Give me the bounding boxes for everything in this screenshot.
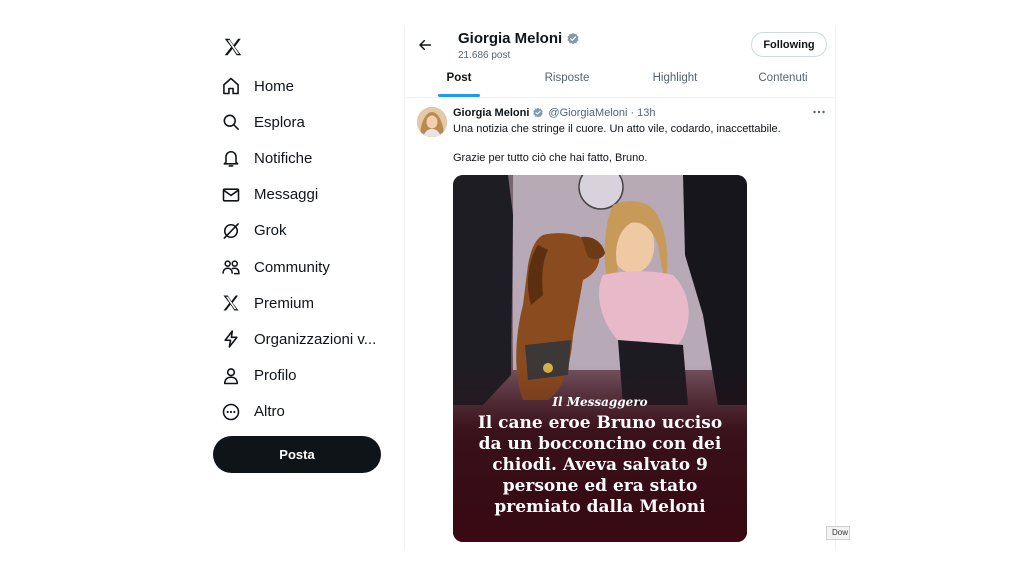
tweet-media-image[interactable]: Il Messaggero Il cane eroe Bruno ucciso … <box>453 175 747 542</box>
sidebar-item-profile[interactable]: Profilo <box>212 358 392 394</box>
sidebar-item-label: Organizzazioni v... <box>254 330 377 348</box>
sidebar-item-community[interactable]: Community <box>212 249 392 285</box>
sidebar-item-label: Home <box>254 77 295 95</box>
tab-label: Post <box>446 72 472 84</box>
tab-post[interactable]: Post <box>405 63 513 97</box>
sidebar-item-label: Notifiche <box>254 149 313 167</box>
sidebar-item-label: Esplora <box>254 113 305 131</box>
sidebar-item-label: Altro <box>254 403 285 421</box>
tweet-separator: · <box>630 107 635 119</box>
sidebar-item-label: Premium <box>254 294 315 312</box>
tweet-author[interactable]: Giorgia Meloni <box>453 107 529 119</box>
sidebar-item-grok[interactable]: Grok <box>212 213 392 249</box>
tab-label: Contenuti <box>758 72 808 84</box>
sidebar-item-notifications[interactable]: Notifiche <box>212 140 392 176</box>
envelope-icon <box>221 185 241 205</box>
tweet-handle[interactable]: @GiorgiaMeloni <box>548 107 627 119</box>
sidebar-item-label: Grok <box>254 222 287 240</box>
sidebar-item-label: Profilo <box>254 367 297 385</box>
back-arrow-icon[interactable] <box>417 37 433 53</box>
tab-label: Risposte <box>544 72 590 84</box>
more-options-icon[interactable] <box>810 105 828 119</box>
post-count: 21.686 post <box>458 50 511 61</box>
sidebar-item-more[interactable]: Altro <box>212 394 392 430</box>
sidebar-item-home[interactable]: Home <box>212 68 392 104</box>
tweet-text-line: Una notizia che stringe il cuore. Un att… <box>453 123 781 135</box>
profile-tabs: Post Risposte Highlight Contenuti <box>405 63 835 98</box>
tab-label: Highlight <box>652 72 698 84</box>
search-icon <box>221 112 241 132</box>
x-logo-icon <box>221 293 241 313</box>
download-tag[interactable]: Dow <box>826 526 850 540</box>
page-title: Giorgia Meloni <box>458 30 580 47</box>
people-icon <box>221 257 241 277</box>
sidebar-item-explore[interactable]: Esplora <box>212 104 392 140</box>
tab-highlights[interactable]: Highlight <box>621 63 729 97</box>
more-circle-icon <box>221 402 241 422</box>
sidebar-nav: Home Esplora Notifiche Messaggi Grok Com… <box>212 68 392 430</box>
tweet-header: Giorgia Meloni @GiorgiaMeloni · 13h <box>453 107 655 119</box>
tab-media[interactable]: Contenuti <box>729 63 835 97</box>
verified-badge-icon <box>533 107 544 118</box>
main-column: Giorgia Meloni 21.686 post Following Pos… <box>404 27 836 549</box>
tab-replies[interactable]: Risposte <box>513 63 621 97</box>
profile-name: Giorgia Meloni <box>458 30 563 47</box>
post-button[interactable]: Posta <box>213 436 381 473</box>
sidebar-item-premium[interactable]: Premium <box>212 285 392 321</box>
sidebar-item-organizations[interactable]: Organizzazioni v... <box>212 321 392 357</box>
following-button[interactable]: Following <box>751 32 827 57</box>
image-headline: Il cane eroe Bruno ucciso da un bocconci… <box>477 413 723 517</box>
sidebar-item-label: Messaggi <box>254 186 319 204</box>
sidebar-item-messages[interactable]: Messaggi <box>212 177 392 213</box>
person-icon <box>221 366 241 386</box>
tweet-timestamp[interactable]: 13h <box>637 107 655 119</box>
lightning-icon <box>221 329 241 349</box>
verified-badge-icon <box>567 32 579 44</box>
home-icon <box>221 76 241 96</box>
x-logo-icon[interactable] <box>222 36 244 58</box>
grok-icon <box>221 221 241 241</box>
newspaper-masthead: Il Messaggero <box>552 395 648 409</box>
bell-icon <box>221 148 241 168</box>
sidebar-item-label: Community <box>254 258 330 276</box>
active-tab-indicator <box>438 94 480 97</box>
tweet-text-line: Grazie per tutto ciò che hai fatto, Brun… <box>453 152 648 164</box>
avatar[interactable] <box>417 107 447 137</box>
